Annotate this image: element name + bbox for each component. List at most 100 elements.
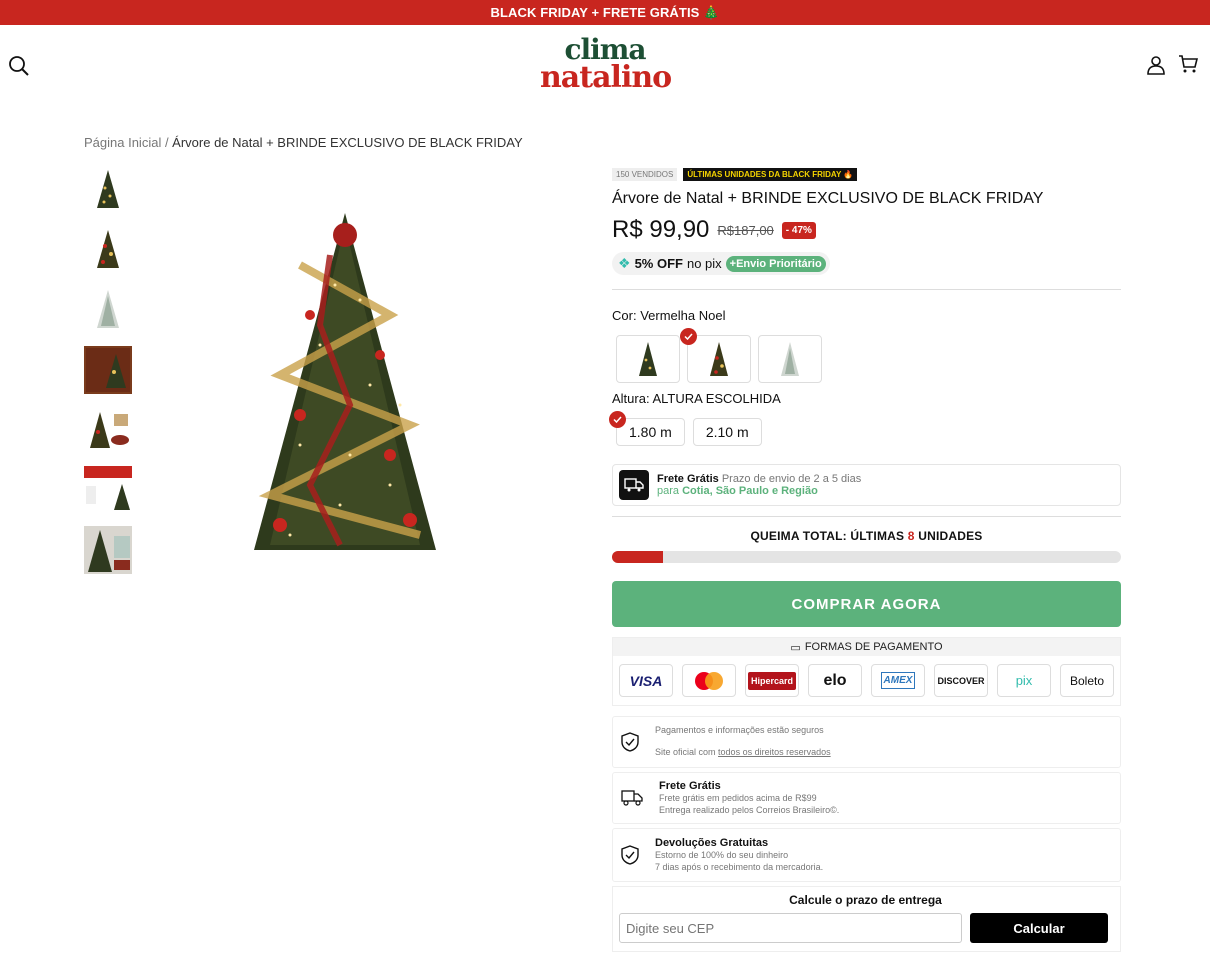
- height-option-label: 2.10 m: [705, 424, 749, 440]
- rights-link[interactable]: todos os direitos reservados: [718, 747, 831, 757]
- breadcrumb-separator: /: [161, 135, 173, 150]
- shipping-para: para: [657, 485, 680, 497]
- product-details: 150 VENDIDOS ÚLTIMAS UNIDADES DA BLACK F…: [609, 166, 1121, 952]
- thumbnail-list: [84, 166, 132, 586]
- product-title: Árvore de Natal + BRINDE EXCLUSIVO DE BL…: [612, 190, 1044, 207]
- free-shipping-info: Frete Grátis Frete grátis em pedidos acim…: [612, 772, 1121, 824]
- color-selected: Vermelha Noel: [640, 308, 726, 323]
- height-option-180[interactable]: 1.80 m: [609, 411, 685, 446]
- elo-icon: elo: [808, 664, 862, 697]
- cart-icon[interactable]: [1178, 54, 1198, 74]
- site-header: clima natalino: [0, 25, 1210, 105]
- returns-line-2: 7 dias após o recebimento da mercadoria.: [655, 862, 824, 873]
- tree-variant-icon: [639, 342, 657, 376]
- current-price: R$ 99,90: [612, 216, 710, 243]
- pix-payment-icon: pix: [997, 664, 1051, 697]
- promo-banner: BLACK FRIDAY + FRETE GRÁTIS 🎄: [0, 0, 1210, 25]
- price-row: R$ 99,90 R$187,00 - 47%: [612, 216, 1121, 244]
- thumbnail-1[interactable]: [84, 166, 132, 214]
- height-option-210[interactable]: 2.10 m: [692, 418, 762, 446]
- discount-badge: - 47%: [781, 221, 816, 239]
- delivery-calculator-title: Calcule o prazo de entrega: [789, 893, 942, 907]
- stock-progress-bar: [612, 551, 1121, 563]
- sold-badge: 150 VENDIDOS: [612, 167, 678, 181]
- payment-header: ▭ FORMAS DE PAGAMENTO: [613, 638, 1120, 656]
- color-label-text: Cor:: [612, 308, 637, 323]
- priority-shipping-badge: +Envio Prioritário: [725, 255, 826, 272]
- user-icon[interactable]: [1146, 55, 1166, 75]
- site-logo[interactable]: clima natalino: [540, 36, 672, 99]
- queima-count: 8: [907, 529, 915, 543]
- secure-line-2: Site oficial com: [655, 747, 716, 757]
- free-shipping-line-2: Entrega realizado pelos Correios Brasile…: [659, 805, 840, 816]
- amex-icon: AMEX: [871, 664, 925, 697]
- height-option-label: 1.80 m: [629, 424, 672, 440]
- truck-outline-icon: [621, 790, 643, 806]
- pix-text: no pix: [686, 256, 722, 271]
- queima-suffix: UNIDADES: [918, 529, 983, 543]
- color-option-dourada[interactable]: [616, 335, 680, 383]
- stock-progress-fill: [612, 551, 663, 563]
- pix-offer: ❖ 5% OFF no pix +Envio Prioritário: [612, 252, 830, 275]
- breadcrumb-home[interactable]: Página Inicial: [84, 135, 161, 150]
- pix-icon: ❖: [618, 255, 631, 271]
- tree-variant-icon: [781, 342, 799, 376]
- stock-urgency: QUEIMA TOTAL: ÚLTIMAS 8 UNIDADES: [612, 516, 1121, 543]
- discover-icon: DISCOVER: [934, 664, 988, 697]
- cep-input[interactable]: [619, 913, 962, 943]
- room-thumbnail-icon: [84, 526, 132, 574]
- selected-check-icon: [609, 411, 626, 428]
- payment-methods: ▭ FORMAS DE PAGAMENTO VISA Hipercard elo …: [612, 637, 1121, 706]
- returns-line-1: Estorno de 100% do seu dinheiro: [655, 850, 789, 861]
- badges-row: 150 VENDIDOS ÚLTIMAS UNIDADES DA BLACK F…: [612, 166, 1121, 182]
- room-thumbnail-icon: [86, 348, 130, 392]
- breadcrumb: Página Inicial / Árvore de Natal + BRIND…: [84, 135, 523, 150]
- thumbnail-5[interactable]: [84, 406, 132, 454]
- credit-card-icon: ▭: [790, 641, 801, 654]
- thumbnail-6[interactable]: [84, 466, 132, 514]
- returns-info: Devoluções Gratuitas Estorno de 100% do s…: [612, 828, 1121, 882]
- calculate-button[interactable]: Calcular: [970, 913, 1108, 943]
- tree-variant-icon: [710, 342, 728, 376]
- color-option-nevada[interactable]: [758, 335, 822, 383]
- shield-check-icon: [621, 845, 639, 865]
- free-shipping-title: Frete Grátis: [659, 780, 721, 793]
- breadcrumb-current: Árvore de Natal + BRINDE EXCLUSIVO DE BL…: [172, 135, 523, 150]
- tree-thumbnail-icon: [97, 170, 119, 208]
- thumbnail-4[interactable]: [84, 346, 132, 394]
- pix-off: 5% OFF: [634, 256, 683, 271]
- shipping-prazo: Prazo de envio de 2 a 5 dias: [721, 473, 862, 485]
- tree-thumbnail-icon: [97, 230, 119, 268]
- shipping-region: Cotia, São Paulo e Região: [682, 485, 818, 497]
- height-options: 1.80 m 2.10 m: [609, 411, 1121, 446]
- boleto-icon: Boleto: [1060, 664, 1114, 697]
- height-selected: ALTURA ESCOLHIDA: [652, 391, 781, 406]
- last-units-badge: ÚLTIMAS UNIDADES DA BLACK FRIDAY 🔥: [683, 167, 858, 181]
- old-price: R$187,00: [717, 222, 774, 238]
- shipping-title: Frete Grátis: [657, 473, 719, 485]
- delivery-calculator: Calcule o prazo de entrega Calcular: [612, 886, 1121, 952]
- visa-icon: VISA: [619, 664, 673, 697]
- buy-now-button[interactable]: COMPRAR AGORA: [612, 581, 1121, 627]
- product-main-image[interactable]: [240, 205, 450, 565]
- payment-cards: VISA Hipercard elo AMEX DISCOVER pix Bol…: [613, 656, 1120, 705]
- logo-line-2: natalino: [540, 59, 672, 95]
- payment-header-text: FORMAS DE PAGAMENTO: [804, 641, 943, 653]
- color-option-vermelha[interactable]: [680, 328, 751, 383]
- free-shipping-line-1: Frete grátis em pedidos acima de R$99: [659, 793, 817, 804]
- promo-text: BLACK FRIDAY + FRETE GRÁTIS 🎄: [490, 4, 720, 20]
- color-label: Cor: Vermelha Noel: [612, 308, 1121, 323]
- hipercard-icon: Hipercard: [745, 664, 799, 697]
- security-info: Pagamentos e informações estão seguros Si…: [612, 716, 1121, 768]
- search-icon[interactable]: [8, 55, 30, 77]
- thumbnail-7[interactable]: [84, 526, 132, 574]
- selected-check-icon: [680, 328, 697, 345]
- shipping-info: Frete Grátis Prazo de envio de 2 a 5 dia…: [612, 464, 1121, 506]
- truck-icon: [619, 470, 649, 500]
- shield-check-icon: [621, 732, 639, 752]
- height-label-text: Altura:: [612, 391, 650, 406]
- thumbnail-3[interactable]: [84, 286, 132, 334]
- thumbnail-2[interactable]: [84, 226, 132, 274]
- mastercard-icon: [682, 664, 736, 697]
- color-options: [612, 328, 1121, 383]
